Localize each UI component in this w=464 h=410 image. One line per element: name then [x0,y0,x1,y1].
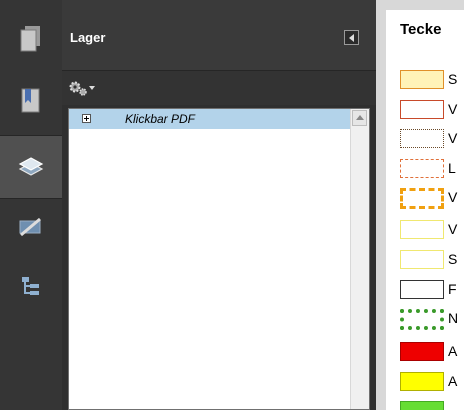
navigation-rail [0,0,63,410]
legend-swatch [400,129,444,148]
layer-row[interactable]: Klickbar PDF [69,109,351,129]
legend-swatch [400,401,444,410]
legend-text: V [448,189,458,205]
legend-item: V [400,220,464,244]
legend-item [400,401,464,410]
panel-header: Lager [62,0,376,71]
legend-swatch [400,220,444,239]
legend-item: S [400,70,464,94]
legend-text: V [448,221,458,237]
legend-text: L [448,160,456,176]
legend-item: S [400,250,464,274]
legend-swatch [400,100,444,119]
legend-text: A [448,373,458,389]
legend-item: A [400,372,464,396]
scroll-up-button[interactable] [352,110,367,126]
pages-button[interactable] [0,8,62,70]
legend-swatch [400,309,444,330]
layers-icon [18,157,44,176]
legend-swatch [400,70,444,89]
legend-item: V [400,100,464,124]
document-view: Tecke S V V L V V S F N A A [376,0,464,410]
legend-swatch [400,342,444,361]
expand-icon[interactable] [82,114,91,123]
collapse-panel-button[interactable] [344,30,359,45]
legend-text: V [448,101,458,117]
document-page: Tecke S V V L V V S F N A A [386,10,464,410]
bookmarks-button[interactable] [0,70,62,132]
legend-item: N [400,309,464,333]
legend-item: V [400,188,464,212]
legend-title: Tecke [400,21,442,38]
pages-icon [20,26,40,52]
legend-item: A [400,342,464,366]
layer-label: Klickbar PDF [125,112,196,126]
legend-item: F [400,280,464,304]
signatures-icon [19,217,41,237]
vertical-scrollbar[interactable] [350,109,369,409]
legend-item: V [400,129,464,153]
structure-icon [22,277,39,295]
legend-swatch [400,159,444,178]
gear-icon [69,81,87,96]
legend-text: V [448,130,458,146]
legend-item: L [400,159,464,183]
structure-button[interactable] [0,256,62,318]
options-button[interactable] [69,80,87,101]
bookmarks-icon [21,88,40,113]
layers-panel: Lager Klickbar PDF [62,0,376,410]
legend-text: S [448,71,458,87]
signatures-button[interactable] [0,196,62,258]
chevron-down-icon[interactable] [89,86,95,90]
legend-text: F [448,281,457,297]
legend-text: A [448,343,458,359]
options-bar [62,71,376,105]
legend-text: S [448,251,458,267]
layers-list: Klickbar PDF [68,108,370,410]
panel-title: Lager [70,30,106,45]
legend-swatch [400,188,444,209]
legend-swatch [400,250,444,269]
legend-swatch [400,372,444,391]
layers-button[interactable] [0,135,62,199]
legend-text: N [448,310,459,326]
legend-swatch [400,280,444,299]
